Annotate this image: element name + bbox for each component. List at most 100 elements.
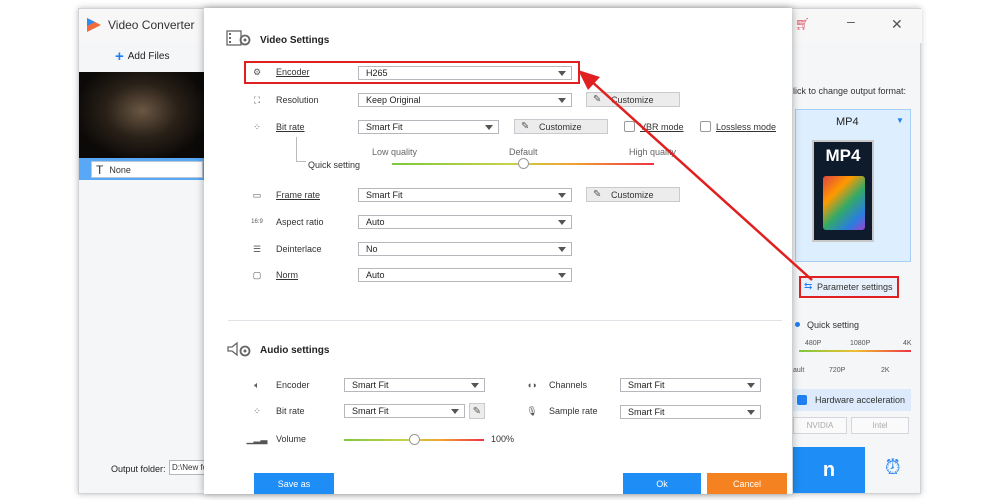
caret-down-icon [558,220,566,225]
cart-icon[interactable]: 🛒︎ [795,17,810,31]
deinterlace-select[interactable]: No [358,242,572,256]
save-as-button[interactable]: Save as [254,473,334,494]
caret-down-icon [558,193,566,198]
aspect-ratio-icon: 16:9 [251,219,263,225]
lossless-mode-label[interactable]: Lossless mode [716,122,776,132]
output-format-name: MP4 [836,116,859,128]
tick-label: 480P [805,340,822,347]
app-title: Video Converter [108,18,195,32]
norm-select[interactable]: Auto [358,268,572,282]
tick-label: 4K [903,340,912,347]
cancel-button[interactable]: Cancel [707,473,787,494]
volume-value: 100% [491,434,515,444]
video-thumbnail[interactable] [79,72,205,158]
pencil-icon: ✎ [521,121,530,132]
frame-rate-icon: ▭ [252,189,262,200]
add-files-button[interactable]: + Add Files [115,47,169,65]
audio-encoder-icon: 🔈︎ [254,379,260,390]
volume-icon: ▁▂▃ [246,433,268,444]
bitrate-select[interactable]: Smart Fit [358,120,499,134]
channels-label: Channels [549,380,588,390]
bitrate-customize-button[interactable]: ✎ Customize [514,119,608,134]
caret-down-icon [558,247,566,252]
audio-encoder-select-value: Smart Fit [352,380,389,390]
norm-icon: ▢ [252,269,262,280]
channels-select-value: Smart Fit [628,380,665,390]
channels-select[interactable]: Smart Fit [620,378,761,392]
resolution-select[interactable]: Keep Original [358,93,572,107]
video-settings-icon [226,30,251,46]
caret-down-icon [558,98,566,103]
caret-down-icon [451,409,459,414]
resolution-select-value: Keep Original [366,95,421,105]
audio-bitrate-select[interactable]: Smart Fit [344,404,465,418]
high-quality-label: High quality [629,147,677,157]
encoder-select[interactable]: H265 [358,66,572,80]
quick-setting-label: Quick setting [807,320,860,330]
run-button[interactable]: n [793,447,865,493]
tick-label: 1080P [850,340,871,347]
sample-rate-icon: 🎙︎ [526,405,538,416]
deinterlace-icon: ☰ [252,243,262,254]
aspect-ratio-label: Aspect ratio [276,217,324,227]
dropdown-triangle-icon: ▼ [896,116,904,125]
quick-setting-slider-knob[interactable] [517,158,529,169]
encoder-label[interactable]: Encoder [276,67,310,77]
intel-button[interactable]: Intel [851,417,909,434]
close-icon[interactable]: ✕ [891,16,903,33]
alarm-clock-icon[interactable]: ⏰︎ [885,457,901,480]
pencil-icon: ✎ [593,94,602,105]
bitrate-select-value: Smart Fit [366,122,403,132]
vbr-mode-checkbox[interactable] [624,121,635,132]
volume-label: Volume [276,434,307,444]
audio-encoder-select[interactable]: Smart Fit [344,378,485,392]
audio-bitrate-edit-button[interactable]: ✎ [469,403,485,419]
checkbox-icon [797,395,807,405]
caret-down-icon [485,125,493,130]
ok-button[interactable]: Ok [623,473,701,494]
frame-rate-customize-button[interactable]: ✎ Customize [586,187,680,202]
tree-line [296,137,297,161]
parameter-settings-button[interactable]: ⇆ Parameter settings [799,276,899,298]
video-settings-title: Video Settings [260,35,330,46]
subtitle-select[interactable]: T None [91,161,203,178]
caret-down-icon [747,383,755,388]
audio-settings-title: Audio settings [260,345,330,356]
frame-rate-select-value: Smart Fit [366,190,403,200]
minimize-icon[interactable]: – [847,13,855,29]
output-folder-input[interactable]: D:\New fo [169,460,205,475]
parameter-settings-label: Parameter settings [817,282,893,292]
vbr-mode-label[interactable]: VBR mode [640,122,684,132]
frame-rate-label[interactable]: Frame rate [276,190,320,200]
audio-settings-icon [227,341,251,357]
channels-icon: ◖◗ [526,380,538,390]
bitrate-label[interactable]: Bit rate [276,122,305,132]
quick-setting-track[interactable] [799,350,911,352]
resolution-customize-button[interactable]: ✎ Customize [586,92,680,107]
norm-label[interactable]: Norm [276,270,298,280]
resolution-icon: ⛶ [253,94,261,105]
nvidia-button[interactable]: NVIDIA [793,417,847,434]
hardware-acceleration-toggle[interactable]: Hardware acceleration [793,389,911,411]
resolution-label: Resolution [276,95,319,105]
aspect-ratio-select[interactable]: Auto [358,215,572,229]
aspect-ratio-select-value: Auto [366,217,385,227]
volume-slider-knob[interactable] [408,434,420,445]
bitrate-icon: ⁘ [253,121,261,132]
audio-encoder-label: Encoder [276,380,310,390]
low-quality-label: Low quality [372,147,418,157]
default-quality-label: Default [509,147,538,157]
subtitle-select-value: None [109,164,131,175]
plus-icon: + [115,47,124,65]
sample-rate-select[interactable]: Smart Fit [620,405,761,419]
pencil-icon: ✎ [472,405,482,417]
frame-rate-select[interactable]: Smart Fit [358,188,572,202]
lossless-mode-checkbox[interactable] [700,121,711,132]
output-format-card[interactable]: MP4 ▼ MP4 [795,109,911,262]
app-logo-icon [87,18,101,32]
audio-bitrate-label: Bit rate [276,406,305,416]
customize-label: Customize [611,189,654,200]
encoder-icon: ⚙︎ [252,66,262,77]
audio-bitrate-icon: ⁘ [253,405,261,416]
customize-label: Customize [611,94,654,105]
